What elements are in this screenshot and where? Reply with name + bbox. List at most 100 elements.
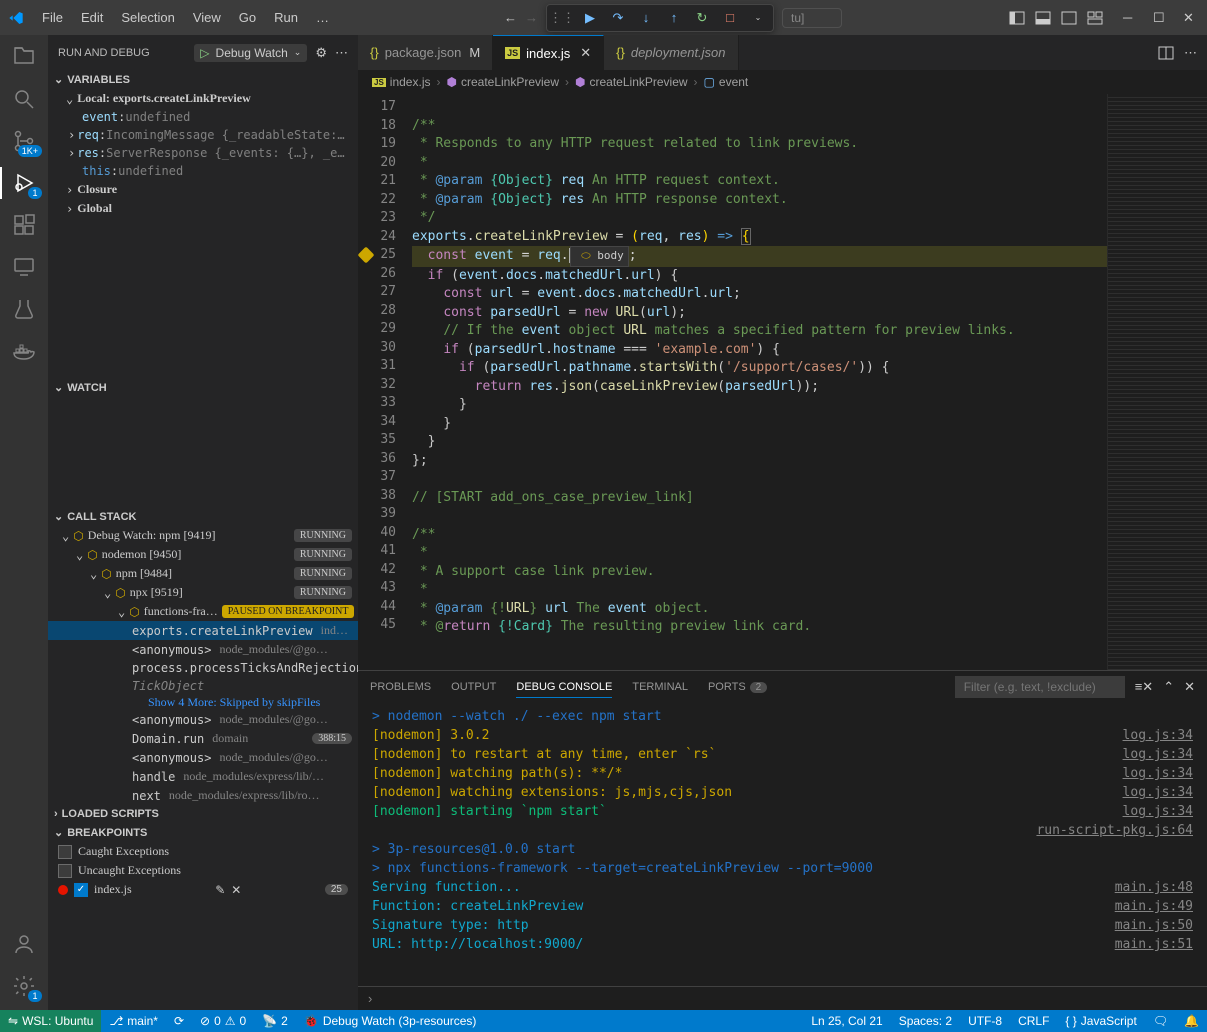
debug-step-out-icon[interactable]: ↑ xyxy=(664,8,684,28)
indent-status[interactable]: Spaces: 2 xyxy=(891,1014,960,1028)
thread-0[interactable]: ⌄⬡Debug Watch: npm [9419]RUNNING xyxy=(48,526,358,545)
more-icon[interactable]: ⋯ xyxy=(335,45,348,61)
tab-index-js[interactable]: JSindex.js✕ xyxy=(493,35,604,70)
explorer-icon[interactable] xyxy=(12,45,36,69)
extensions-icon[interactable] xyxy=(12,213,36,237)
menu-view[interactable]: View xyxy=(185,6,229,29)
run-debug-icon[interactable]: 1 xyxy=(12,171,36,195)
feedback-icon[interactable]: 🗨 xyxy=(1145,1014,1176,1028)
clear-console-icon[interactable]: ≡✕ xyxy=(1135,679,1153,695)
eol-status[interactable]: CRLF xyxy=(1010,1014,1057,1028)
minimize-icon[interactable]: ─ xyxy=(1123,10,1139,26)
menu-go[interactable]: Go xyxy=(231,6,264,29)
scope-closure[interactable]: ›Closure xyxy=(48,180,358,199)
nav-forward-icon[interactable]: → xyxy=(525,10,538,25)
toggle-panel-right-icon[interactable] xyxy=(1061,10,1077,26)
panel-tab-debug-console[interactable]: DEBUG CONSOLE xyxy=(516,677,612,698)
docker-icon[interactable] xyxy=(12,339,36,363)
frame-6[interactable]: Domain.rundomain388:15 xyxy=(48,729,358,748)
git-branch[interactable]: ⎇main* xyxy=(101,1014,166,1028)
thread-4[interactable]: ⌄⬡functions-fra…PAUSED ON BREAKPOINT xyxy=(48,602,358,621)
debug-step-into-icon[interactable]: ↓ xyxy=(636,8,656,28)
sync-icon[interactable]: ⟳ xyxy=(166,1014,192,1028)
skip-frames-link[interactable]: Show 4 More: Skipped by skipFiles xyxy=(48,695,358,710)
section-loaded[interactable]: ›LOADED SCRIPTS xyxy=(48,805,358,823)
var-event[interactable]: event: undefined xyxy=(48,108,358,126)
menu-more[interactable]: … xyxy=(308,6,337,29)
panel-tab-terminal[interactable]: TERMINAL xyxy=(632,677,688,697)
frame-3[interactable]: TickObject xyxy=(48,677,358,695)
checkbox[interactable] xyxy=(58,864,72,878)
close-tab-icon[interactable]: ✕ xyxy=(580,45,591,61)
var-this[interactable]: this: undefined xyxy=(48,162,358,180)
title-search[interactable]: tu] xyxy=(782,8,842,28)
checkbox[interactable] xyxy=(58,845,72,859)
code-editor[interactable]: 1718192021222324252627282930313233343536… xyxy=(358,94,1207,670)
split-editor-icon[interactable] xyxy=(1158,45,1174,61)
debug-config-dropdown[interactable]: ▷ Debug Watch ⌄ xyxy=(194,44,307,62)
notifications-icon[interactable]: 🔔 xyxy=(1176,1014,1207,1028)
minimap[interactable] xyxy=(1107,94,1207,670)
console-repl-input[interactable]: › xyxy=(358,986,1207,1010)
accounts-icon[interactable] xyxy=(12,932,36,956)
frame-7[interactable]: <anonymous>node_modules/@go… xyxy=(48,748,358,767)
code-content[interactable]: /** * Responds to any HTTP request relat… xyxy=(412,94,1107,670)
language-status[interactable]: { } JavaScript xyxy=(1057,1014,1144,1028)
frame-2[interactable]: process.processTicksAndRejections xyxy=(48,659,358,677)
close-panel-icon[interactable]: ✕ xyxy=(1184,679,1195,695)
panel-tab-output[interactable]: OUTPUT xyxy=(451,677,496,697)
checkbox[interactable] xyxy=(74,883,88,897)
settings-icon[interactable]: 1 xyxy=(12,974,36,998)
frame-1[interactable]: <anonymous>node_modules/@go… xyxy=(48,640,358,659)
debug-restart-icon[interactable]: ↻ xyxy=(692,8,712,28)
var-req[interactable]: ›req: IncomingMessage {_readableState:… xyxy=(48,126,358,144)
nav-back-icon[interactable]: ← xyxy=(504,10,517,25)
frame-5[interactable]: <anonymous>node_modules/@go… xyxy=(48,710,358,729)
console-filter-input[interactable] xyxy=(955,676,1125,698)
debug-drag-icon[interactable]: ⋮⋮ xyxy=(552,8,572,28)
debug-status[interactable]: 🐞Debug Watch (3p-resources) xyxy=(296,1014,485,1028)
panel-tab-problems[interactable]: PROBLEMS xyxy=(370,677,431,697)
tab-package-json[interactable]: {}package.jsonM xyxy=(358,35,493,70)
var-res[interactable]: ›res: ServerResponse {_events: {…}, _e… xyxy=(48,144,358,162)
menu-selection[interactable]: Selection xyxy=(113,6,182,29)
search-icon[interactable] xyxy=(12,87,36,111)
edit-icon[interactable]: ✎ xyxy=(215,883,225,897)
debug-stop-icon[interactable]: □ xyxy=(720,8,740,28)
customize-layout-icon[interactable] xyxy=(1087,10,1103,26)
testing-icon[interactable] xyxy=(12,297,36,321)
frame-8[interactable]: handlenode_modules/express/lib/… xyxy=(48,767,358,786)
section-variables[interactable]: ⌄VARIABLES xyxy=(48,70,358,89)
gear-icon[interactable]: ⚙ xyxy=(315,45,327,61)
toggle-panel-left-icon[interactable] xyxy=(1009,10,1025,26)
remote-indicator[interactable]: ⇋WSL: Ubuntu xyxy=(0,1010,101,1032)
thread-1[interactable]: ⌄⬡nodemon [9450]RUNNING xyxy=(48,545,358,564)
maximize-icon[interactable]: ☐ xyxy=(1153,10,1169,26)
remote-explorer-icon[interactable] xyxy=(12,255,36,279)
console-output[interactable]: > nodemon --watch ./ --exec npm start[no… xyxy=(358,703,1207,986)
scope-global[interactable]: ›Global xyxy=(48,199,358,218)
frame-0[interactable]: exports.createLinkPreviewind… xyxy=(48,621,358,640)
bp-uncaught[interactable]: Uncaught Exceptions xyxy=(48,861,358,880)
bp-file[interactable]: index.js✎✕25 xyxy=(48,880,358,899)
menu-file[interactable]: File xyxy=(34,6,71,29)
debug-step-over-icon[interactable]: ↷ xyxy=(608,8,628,28)
menu-run[interactable]: Run xyxy=(266,6,306,29)
section-callstack[interactable]: ⌄CALL STACK xyxy=(48,507,358,526)
section-breakpoints[interactable]: ⌄BREAKPOINTS xyxy=(48,823,358,842)
ports-status[interactable]: 📡2 xyxy=(254,1014,296,1028)
debug-continue-icon[interactable]: ▶ xyxy=(580,8,600,28)
remove-icon[interactable]: ✕ xyxy=(231,883,241,897)
bp-caught[interactable]: Caught Exceptions xyxy=(48,842,358,861)
section-watch[interactable]: ⌄WATCH xyxy=(48,378,358,397)
thread-2[interactable]: ⌄⬡npm [9484]RUNNING xyxy=(48,564,358,583)
collapse-panel-icon[interactable]: ⌃ xyxy=(1163,679,1174,695)
toggle-panel-bottom-icon[interactable] xyxy=(1035,10,1051,26)
close-icon[interactable]: ✕ xyxy=(1183,10,1199,26)
menu-edit[interactable]: Edit xyxy=(73,6,111,29)
scope-local[interactable]: ⌄Local: exports.createLinkPreview xyxy=(48,89,358,108)
debug-dropdown-icon[interactable]: ⌄ xyxy=(748,8,768,28)
more-actions-icon[interactable]: ⋯ xyxy=(1184,45,1197,61)
cursor-position[interactable]: Ln 25, Col 21 xyxy=(803,1014,890,1028)
source-control-icon[interactable]: 1K+ xyxy=(12,129,36,153)
